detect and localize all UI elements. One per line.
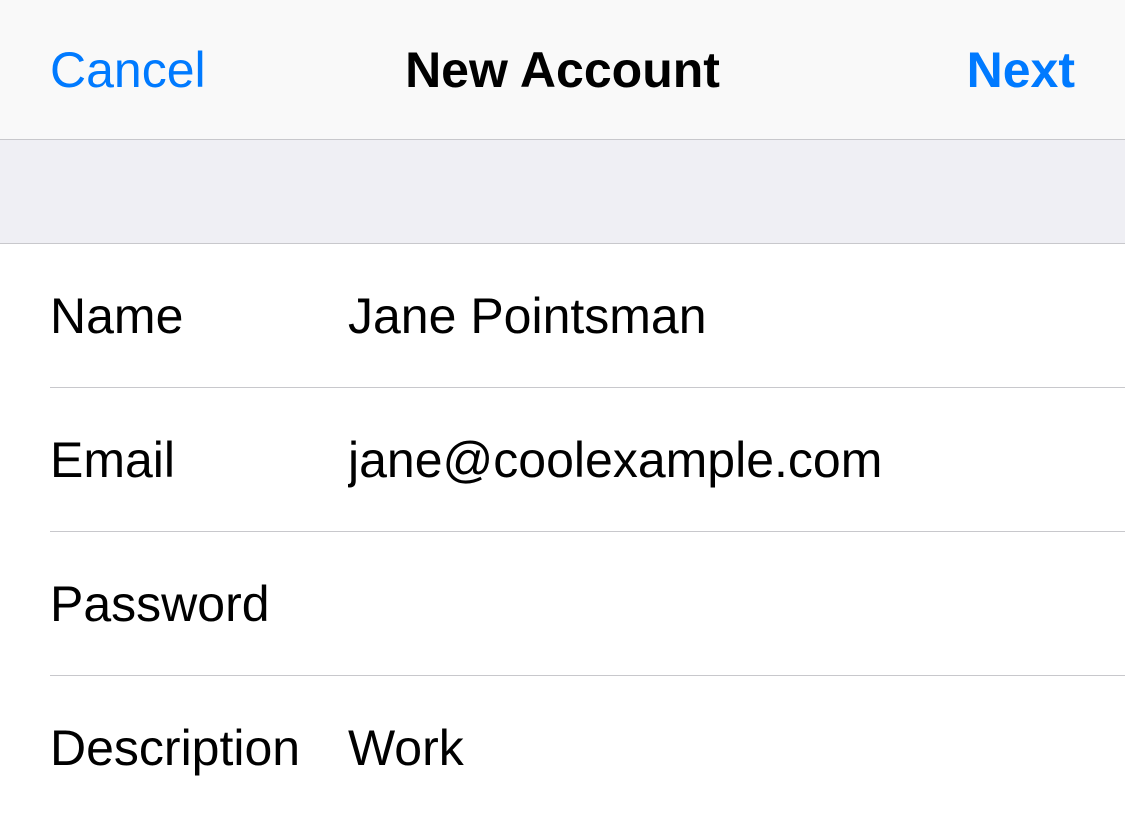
name-field[interactable] [348, 287, 1125, 345]
section-spacer [0, 140, 1125, 244]
next-button[interactable]: Next [967, 41, 1075, 99]
email-label: Email [50, 431, 348, 489]
navigation-bar: Cancel New Account Next [0, 0, 1125, 140]
name-label: Name [50, 287, 348, 345]
description-field[interactable] [348, 719, 1125, 777]
description-row: Description [0, 676, 1125, 820]
description-label: Description [50, 719, 348, 777]
password-label: Password [50, 575, 348, 633]
page-title: New Account [405, 41, 720, 99]
email-field[interactable] [348, 431, 1125, 489]
cancel-button[interactable]: Cancel [50, 41, 206, 99]
password-row: Password [0, 532, 1125, 676]
account-form: Name Email Password Description [0, 244, 1125, 820]
password-field[interactable] [348, 575, 1125, 633]
name-row: Name [0, 244, 1125, 388]
email-row: Email [0, 388, 1125, 532]
